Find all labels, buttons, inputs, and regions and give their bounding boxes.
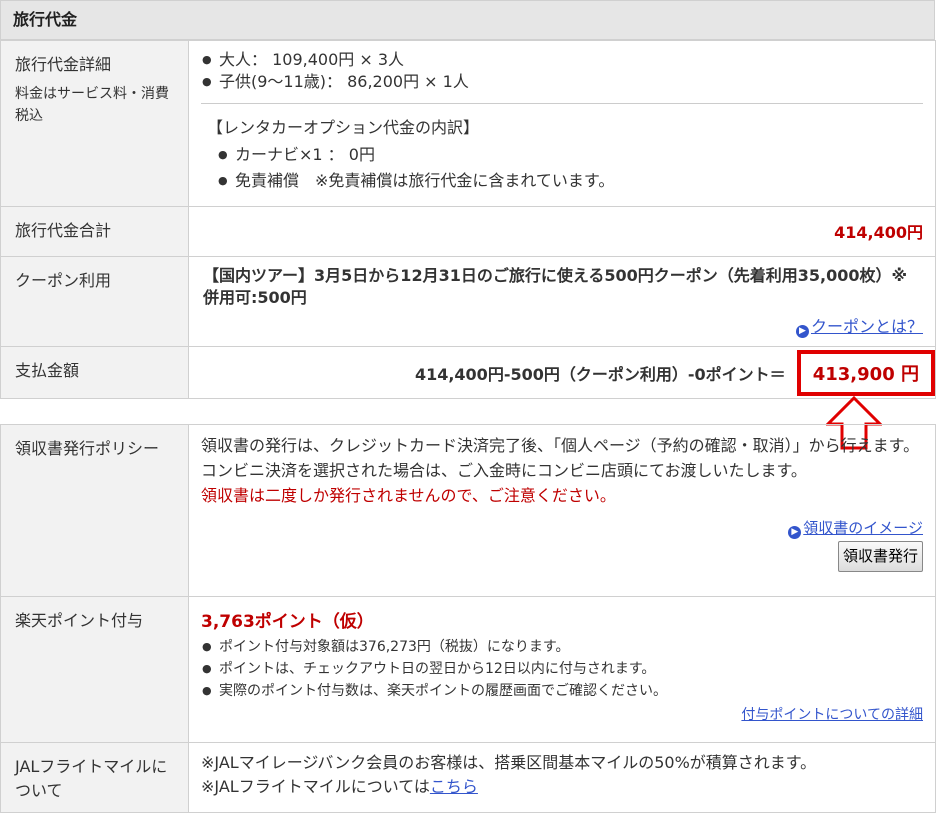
receipt-text-2: コンビニ決済を選択された場合は、ご入金時にコンビニ店頭にてお渡しいたします。 <box>201 461 807 480</box>
arrow-circle-icon: ▶ <box>788 526 802 539</box>
payment-formula: 414,400円-500円（クーポン利用）-0ポイント＝ <box>414 364 786 384</box>
points-row: 楽天ポイント付与 3,763ポイント（仮） ポイント付与対象額は376,273円… <box>0 596 936 743</box>
list-item: ポイントは、チェックアウト日の翌日から12日以内に付与されます。 <box>201 658 923 680</box>
total-value: 414,400円 <box>834 223 923 242</box>
receipt-label: 領収書発行ポリシー <box>0 424 189 597</box>
arrow-circle-icon: ▶ <box>795 325 809 338</box>
payment-label: 支払金額 <box>0 346 189 399</box>
receipt-text: 領収書の発行は、クレジットカード決済完了後、「個人ページ（予約の確認・取消）」か… <box>201 436 920 455</box>
receipt-row: 領収書発行ポリシー 領収書の発行は、クレジットカード決済完了後、「個人ページ（予… <box>0 424 936 597</box>
jal-line-2: ※JALフライトマイルについては <box>201 777 430 796</box>
list-item: 子供(9～11歳)： 86,200円 × 1人 <box>201 71 923 93</box>
detail-label: 旅行代金詳細 <box>15 55 112 74</box>
detail-label-cell: 旅行代金詳細 料金はサービス料・消費税込 <box>0 40 189 207</box>
price-list: 大人： 109,400円 × 3人 子供(9～11歳)： 86,200円 × 1… <box>201 49 923 93</box>
coupon-row: クーポン利用 【国内ツアー】3月5日から12月31日のご旅行に使える500円クー… <box>0 256 936 347</box>
list-item: 大人： 109,400円 × 3人 <box>201 49 923 71</box>
total-row: 旅行代金合計 414,400円 <box>0 206 936 257</box>
coupon-text: 【国内ツアー】3月5日から12月31日のご旅行に使える500円クーポン（先着利用… <box>203 266 908 307</box>
points-detail-link[interactable]: 付与ポイントについての詳細 <box>741 707 923 723</box>
travel-fee-page: 旅行代金 旅行代金詳細 料金はサービス料・消費税込 大人： 109,400円 ×… <box>0 0 937 813</box>
fee-table: 旅行代金詳細 料金はサービス料・消費税込 大人： 109,400円 × 3人 子… <box>0 40 936 399</box>
list-item: 免責補償 ※免責補償は旅行代金に含まれています。 <box>217 168 923 194</box>
payment-row: 支払金額 414,400円-500円（クーポン利用）-0ポイント＝ 413,90… <box>0 346 936 399</box>
points-list: ポイント付与対象額は376,273円（税抜）になります。 ポイントは、チェックア… <box>201 636 923 702</box>
points-label: 楽天ポイント付与 <box>0 596 189 743</box>
coupon-info-link[interactable]: クーポンとは？ <box>811 317 923 336</box>
section-title: 旅行代金 <box>0 0 935 40</box>
jal-line-1: ※JALマイレージバンク会員のお客様は、搭乗区間基本マイルの50%が積算されます… <box>201 753 817 772</box>
divider <box>201 103 923 104</box>
list-item: 実際のポイント付与数は、楽天ポイントの履歴画面でご確認ください。 <box>201 680 923 702</box>
issue-receipt-button[interactable]: 領収書発行 <box>837 541 923 572</box>
list-item: ポイント付与対象額は376,273円（税抜）になります。 <box>201 636 923 658</box>
option-title: 【レンタカーオプション代金の内訳】 <box>207 118 480 137</box>
info-table: 領収書発行ポリシー 領収書の発行は、クレジットカード決済完了後、「個人ページ（予… <box>0 424 936 813</box>
list-item: カーナビ×1 ： 0円 <box>217 142 923 168</box>
payment-amount: 413,900 円 <box>796 349 935 396</box>
detail-value-cell: 大人： 109,400円 × 3人 子供(9～11歳)： 86,200円 × 1… <box>188 40 936 207</box>
detail-sublabel: 料金はサービス料・消費税込 <box>15 86 169 124</box>
receipt-image-link[interactable]: 領収書のイメージ <box>803 519 923 537</box>
total-label: 旅行代金合計 <box>0 206 189 257</box>
jal-label: JALフライトマイルについて <box>0 742 189 813</box>
receipt-warning: 領収書は二度しか発行されませんので、ご注意ください。 <box>201 486 616 505</box>
jal-here-link[interactable]: こちら <box>430 777 478 796</box>
points-value: 3,763ポイント（仮） <box>201 612 374 632</box>
coupon-label: クーポン利用 <box>0 256 189 347</box>
jal-row: JALフライトマイルについて ※JALマイレージバンク会員のお客様は、搭乗区間基… <box>0 742 936 813</box>
detail-row: 旅行代金詳細 料金はサービス料・消費税込 大人： 109,400円 × 3人 子… <box>0 40 936 207</box>
option-list: カーナビ×1 ： 0円 免責補償 ※免責補償は旅行代金に含まれています。 <box>217 142 923 194</box>
